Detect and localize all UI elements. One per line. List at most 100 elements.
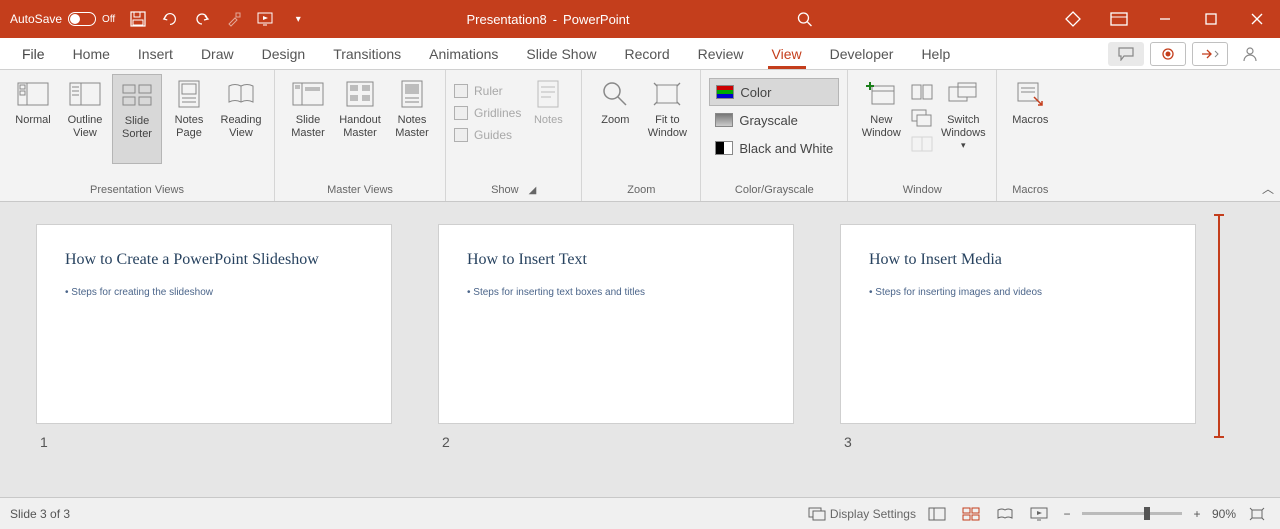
fit-status-icon[interactable] xyxy=(1244,503,1270,525)
toggle-icon xyxy=(68,12,96,26)
undo-button[interactable] xyxy=(161,10,179,28)
title-center: Presentation8 - PowerPoint xyxy=(466,10,813,28)
zoom-button[interactable]: Zoom xyxy=(590,74,640,164)
normal-view-button[interactable]: Normal xyxy=(8,74,58,164)
group-label: Color/Grayscale xyxy=(735,181,814,199)
group-label: Presentation Views xyxy=(90,181,184,199)
arrange-all-button[interactable] xyxy=(908,80,936,104)
slide-master-button[interactable]: Slide Master xyxy=(283,74,333,164)
maximize-button[interactable] xyxy=(1188,0,1234,38)
title-bar: AutoSave Off ▾ Presentation8 - PowerPoin… xyxy=(0,0,1280,38)
cascade-button[interactable] xyxy=(908,106,936,130)
notes-icon xyxy=(532,78,564,110)
tab-transitions[interactable]: Transitions xyxy=(319,38,415,69)
reading-view-status-icon[interactable] xyxy=(992,503,1018,525)
color-button[interactable]: Color xyxy=(709,78,839,106)
group-presentation-views: Normal Outline View Slide Sorter Notes P… xyxy=(0,70,275,201)
display-settings-button[interactable]: Display Settings xyxy=(808,503,916,525)
fit-window-icon xyxy=(651,78,683,110)
autosave-toggle[interactable]: AutoSave Off xyxy=(10,12,115,26)
autosave-state: Off xyxy=(102,14,115,25)
close-button[interactable] xyxy=(1234,0,1280,38)
grayscale-button[interactable]: Grayscale xyxy=(709,106,839,134)
dialog-launcher-icon[interactable]: ◢ xyxy=(529,185,537,196)
tab-view[interactable]: View xyxy=(758,38,816,69)
normal-view-icon xyxy=(17,78,49,110)
notes-button: Notes xyxy=(523,74,573,164)
outline-view-button[interactable]: Outline View xyxy=(60,74,110,164)
reading-view-button[interactable]: Reading View xyxy=(216,74,266,164)
new-window-button[interactable]: New Window xyxy=(856,74,906,164)
user-icon[interactable] xyxy=(1234,42,1266,66)
slide-body: Steps for inserting text boxes and title… xyxy=(467,287,765,298)
tab-animations[interactable]: Animations xyxy=(415,38,512,69)
collapse-ribbon-icon[interactable]: ︿ xyxy=(1262,180,1274,197)
tab-record[interactable]: Record xyxy=(610,38,683,69)
document-name: Presentation8 xyxy=(466,12,546,27)
slide-body: Steps for creating the slideshow xyxy=(65,287,363,298)
tab-home[interactable]: Home xyxy=(59,38,124,69)
zoom-minus[interactable]: − xyxy=(1060,507,1074,521)
qat-overflow-icon[interactable]: ▾ xyxy=(289,10,307,28)
tab-design[interactable]: Design xyxy=(248,38,320,69)
reading-view-icon xyxy=(225,78,257,110)
black-white-button[interactable]: Black and White xyxy=(709,134,839,162)
handout-master-button[interactable]: Handout Master xyxy=(335,74,385,164)
slide-thumbnail-1[interactable]: How to Create a PowerPoint Slideshow Ste… xyxy=(36,224,392,460)
notes-master-button[interactable]: Notes Master xyxy=(387,74,437,164)
macros-button[interactable]: Macros xyxy=(1005,74,1055,164)
diamond-icon[interactable] xyxy=(1050,0,1096,38)
zoom-plus[interactable]: + xyxy=(1190,507,1204,521)
record-button[interactable] xyxy=(1150,42,1186,66)
tab-draw[interactable]: Draw xyxy=(187,38,248,69)
zoom-slider[interactable] xyxy=(1082,512,1182,515)
slide-number: 3 xyxy=(840,424,1196,460)
fit-to-window-button[interactable]: Fit to Window xyxy=(642,74,692,164)
slider-thumb-icon xyxy=(1144,507,1150,520)
switch-windows-button[interactable]: Switch Windows ▾ xyxy=(938,74,988,164)
slide-sorter-area[interactable]: How to Create a PowerPoint Slideshow Ste… xyxy=(0,202,1280,497)
search-icon[interactable] xyxy=(796,10,814,28)
checkbox-icon xyxy=(454,128,468,142)
ribbon: Normal Outline View Slide Sorter Notes P… xyxy=(0,70,1280,202)
move-split-button[interactable] xyxy=(908,132,936,156)
status-bar: Slide 3 of 3 Display Settings − + 90% xyxy=(0,497,1280,529)
minimize-button[interactable] xyxy=(1142,0,1188,38)
group-label: Zoom xyxy=(627,181,655,199)
slide-thumbnail-2[interactable]: How to Insert Text Steps for inserting t… xyxy=(438,224,794,460)
slide-counter[interactable]: Slide 3 of 3 xyxy=(10,507,70,521)
slide-sorter-button[interactable]: Slide Sorter xyxy=(112,74,162,164)
zoom-icon xyxy=(599,78,631,110)
from-beginning-icon[interactable] xyxy=(257,10,275,28)
group-label: Master Views xyxy=(327,181,393,199)
new-window-icon xyxy=(865,78,897,110)
color-swatch-icon xyxy=(716,85,734,99)
zoom-percent[interactable]: 90% xyxy=(1212,507,1236,521)
tab-file[interactable]: File xyxy=(8,38,59,69)
normal-view-status-icon[interactable] xyxy=(924,503,950,525)
tab-review[interactable]: Review xyxy=(684,38,758,69)
tab-slide-show[interactable]: Slide Show xyxy=(512,38,610,69)
slide-title: How to Insert Text xyxy=(467,251,765,269)
save-icon[interactable] xyxy=(129,10,147,28)
group-show: Ruler Gridlines Guides Notes Show◢ xyxy=(446,70,582,201)
ribbon-tabs: File Home Insert Draw Design Transitions… xyxy=(0,38,1280,70)
ruler-checkbox: Ruler xyxy=(454,80,521,102)
slide-thumbnail-3[interactable]: How to Insert Media Steps for inserting … xyxy=(840,224,1196,460)
share-button[interactable] xyxy=(1192,42,1228,66)
slide-title: How to Insert Media xyxy=(869,251,1167,269)
tab-insert[interactable]: Insert xyxy=(124,38,187,69)
gridlines-checkbox: Gridlines xyxy=(454,102,521,124)
sorter-view-status-icon[interactable] xyxy=(958,503,984,525)
eyedropper-icon[interactable] xyxy=(225,10,243,28)
slideshow-status-icon[interactable] xyxy=(1026,503,1052,525)
group-label: Macros xyxy=(1012,181,1048,199)
comments-button[interactable] xyxy=(1108,42,1144,66)
tab-help[interactable]: Help xyxy=(907,38,964,69)
notes-page-button[interactable]: Notes Page xyxy=(164,74,214,164)
tab-developer[interactable]: Developer xyxy=(816,38,908,69)
ribbon-options-icon[interactable] xyxy=(1096,0,1142,38)
insertion-caret xyxy=(1218,214,1220,438)
autosave-label: AutoSave xyxy=(10,12,62,26)
redo-button[interactable] xyxy=(193,10,211,28)
